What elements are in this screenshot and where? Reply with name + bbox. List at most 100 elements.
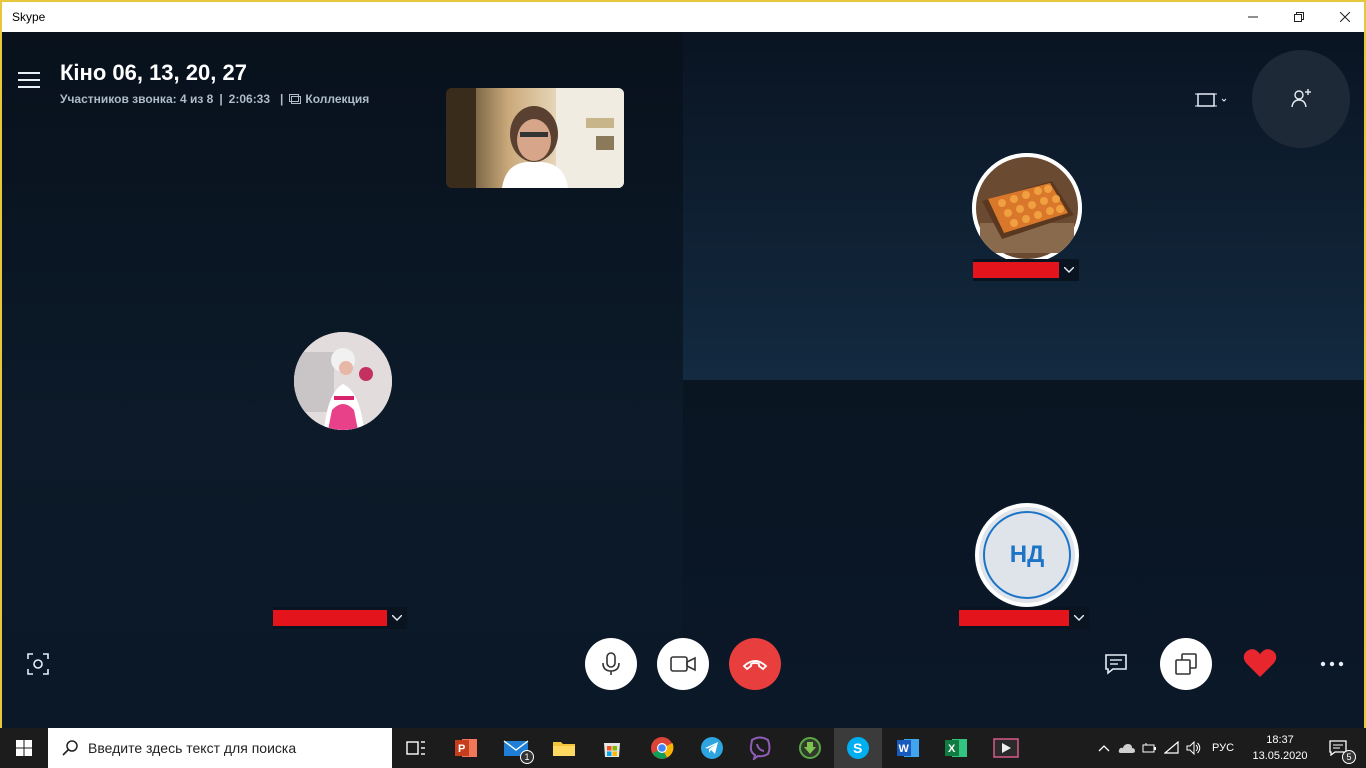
chevron-down-icon <box>1059 267 1079 273</box>
title-bar: Skype <box>2 2 1364 32</box>
volume-icon[interactable] <box>1186 741 1202 755</box>
participant-name-bottom-right[interactable] <box>959 607 1089 629</box>
share-screen-button[interactable] <box>1160 638 1212 690</box>
mail-badge: 1 <box>520 750 534 764</box>
excel-icon: X <box>945 739 967 757</box>
layout-button[interactable] <box>1190 86 1234 114</box>
video-player-icon <box>993 738 1019 758</box>
close-icon <box>1340 12 1350 22</box>
participant-name-top-right[interactable] <box>973 259 1079 281</box>
clock-date: 13.05.2020 <box>1252 750 1308 762</box>
taskbar-viber[interactable] <box>736 728 784 768</box>
chevron-down-icon <box>387 615 407 621</box>
gallery-icon <box>289 94 302 104</box>
svg-text:P: P <box>458 743 465 755</box>
taskbar-search[interactable]: Введите здесь текст для поиска <box>48 728 392 768</box>
language-indicator[interactable]: РУС <box>1212 742 1234 754</box>
call-stage: Кіно 06, 13, 20, 27 Участников звонка: 4… <box>2 32 1364 728</box>
restore-button[interactable] <box>1276 2 1322 32</box>
system-tray: РУС <box>1094 728 1244 768</box>
add-person-icon <box>1291 89 1311 108</box>
taskbar-chrome[interactable] <box>638 728 686 768</box>
avatar-ring <box>983 511 1071 599</box>
word-icon: W <box>897 739 919 757</box>
skype-window: Skype Кіно 06, 13, 20, 27 Участников зво… <box>0 0 1366 728</box>
skype-icon: S <box>847 737 869 759</box>
battery-plug-icon[interactable] <box>1142 741 1158 755</box>
redacted-name <box>973 262 1059 278</box>
taskbar-store[interactable] <box>588 728 636 768</box>
minimize-button[interactable] <box>1230 2 1276 32</box>
taskbar-app-green[interactable] <box>786 728 834 768</box>
taskbar-powerpoint[interactable]: P <box>442 728 490 768</box>
task-view-icon <box>406 741 425 755</box>
chevron-down-icon <box>1069 615 1089 621</box>
taskbar-excel[interactable]: X <box>932 728 980 768</box>
hamburger-icon-line <box>18 86 40 88</box>
layout-icon <box>1195 93 1227 107</box>
video-camera-icon <box>670 656 696 672</box>
clock-time: 18:37 <box>1266 734 1294 746</box>
microphone-button[interactable] <box>585 638 637 690</box>
call-info: Участников звонка: 4 из 8 | 2:06:33 | Ко… <box>60 92 369 106</box>
more-dots-icon <box>1320 661 1344 667</box>
taskbar-clock[interactable]: 18:37 13.05.2020 <box>1250 732 1310 764</box>
chrome-icon <box>651 737 674 759</box>
taskbar-telegram[interactable] <box>688 728 736 768</box>
folder-icon <box>553 742 575 756</box>
participant-initials-avatar: НД <box>975 503 1079 607</box>
svg-text:X: X <box>948 743 956 755</box>
store-icon <box>604 743 620 757</box>
svg-text:S: S <box>853 740 862 756</box>
info-separator: | <box>219 92 223 106</box>
girl-pink-dress-photo <box>294 332 392 430</box>
chat-icon <box>1105 654 1127 675</box>
chat-button[interactable] <box>1100 650 1132 678</box>
taskbar-mail[interactable]: 1 <box>492 728 540 768</box>
participant-name-left[interactable] <box>273 607 407 629</box>
taskbar-skype[interactable]: S <box>834 728 882 768</box>
windows-logo-icon <box>16 740 32 756</box>
heart-icon <box>1243 649 1277 677</box>
participant-avatar-top-right <box>972 153 1082 263</box>
wifi-icon[interactable] <box>1164 741 1180 755</box>
gallery-link[interactable]: Коллекция <box>289 92 369 106</box>
task-view-button[interactable] <box>392 728 440 768</box>
menu-button[interactable] <box>16 68 44 92</box>
sushi-tray-photo <box>972 153 1082 263</box>
call-duration: 2:06:33 <box>228 92 271 106</box>
snapshot-icon <box>27 653 49 675</box>
taskbar-file-explorer[interactable] <box>540 728 588 768</box>
minimize-icon <box>1248 16 1258 18</box>
participant-count: Участников звонка: 4 из 8 <box>60 92 214 106</box>
window-title: Skype <box>12 10 46 24</box>
redacted-name <box>959 610 1069 626</box>
participant-avatar-left <box>294 332 392 430</box>
hamburger-icon <box>18 72 40 74</box>
react-button[interactable] <box>1240 646 1280 680</box>
info-separator-2: | <box>280 92 284 106</box>
video-button[interactable] <box>657 638 709 690</box>
close-button[interactable] <box>1322 2 1364 32</box>
add-person-button[interactable] <box>1252 50 1350 148</box>
gallery-label: Коллекция <box>305 92 370 106</box>
hang-up-button[interactable] <box>729 638 781 690</box>
restore-icon <box>1294 12 1304 22</box>
onedrive-icon[interactable] <box>1118 742 1136 754</box>
search-icon <box>62 740 78 756</box>
notification-badge: 5 <box>1342 750 1356 764</box>
chevron-up-icon[interactable] <box>1098 744 1110 752</box>
search-placeholder: Введите здесь текст для поиска <box>88 740 297 756</box>
windows-taskbar: Введите здесь текст для поиска P 1 S W X… <box>0 728 1366 768</box>
redacted-name <box>273 610 387 626</box>
taskbar-media-player[interactable] <box>982 728 1030 768</box>
start-button[interactable] <box>0 728 48 768</box>
self-video-image <box>446 88 624 188</box>
self-video-preview[interactable] <box>446 88 624 188</box>
powerpoint-icon: P <box>455 739 477 757</box>
download-manager-icon <box>799 737 821 759</box>
notification-center-button[interactable]: 5 <box>1316 728 1360 768</box>
snapshot-button[interactable] <box>24 650 52 678</box>
more-options-button[interactable] <box>1316 650 1348 678</box>
taskbar-word[interactable]: W <box>884 728 932 768</box>
